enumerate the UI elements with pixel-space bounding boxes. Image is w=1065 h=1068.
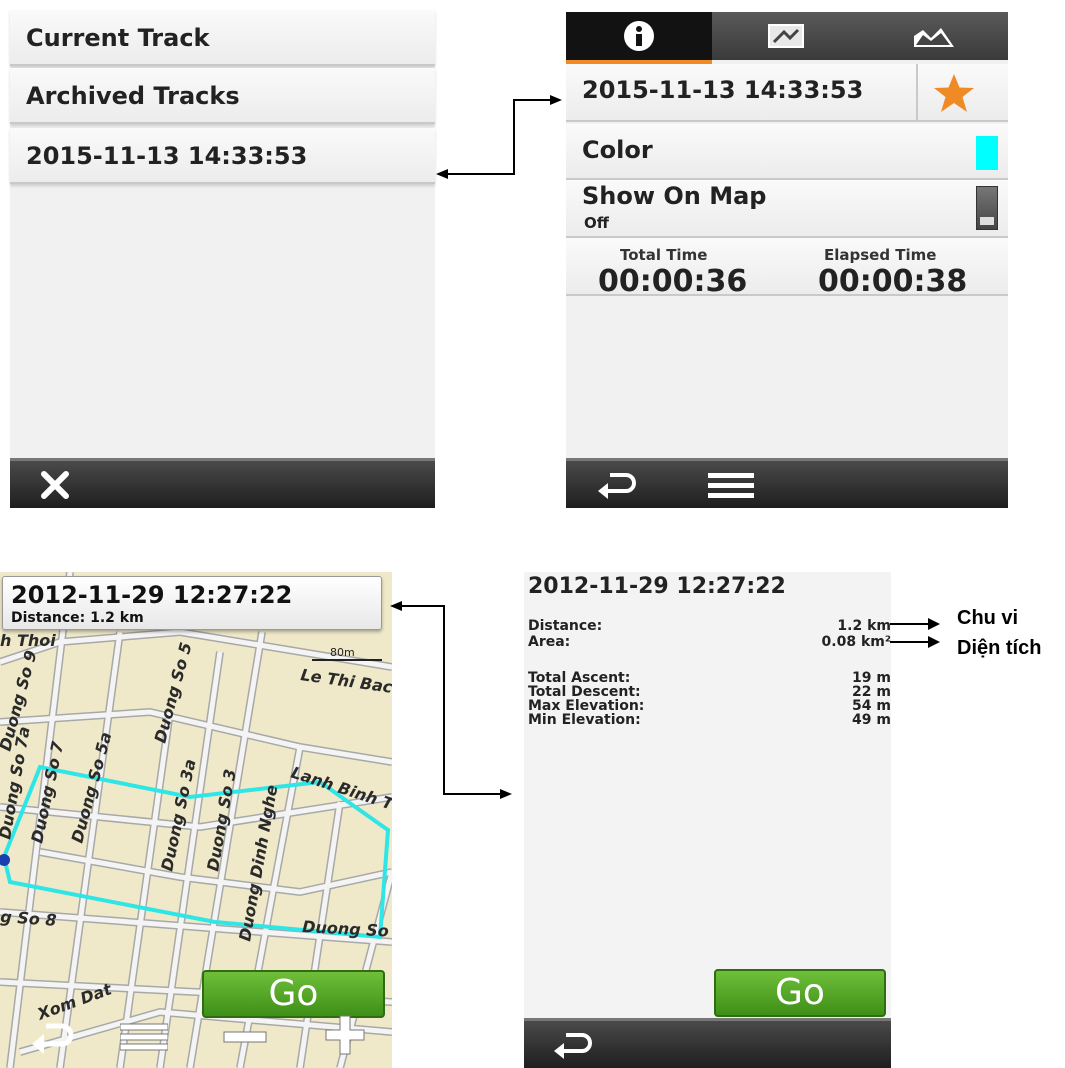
close-icon[interactable] (40, 471, 70, 499)
current-track-item[interactable]: Current Track (10, 10, 435, 66)
stats-title: 2012-11-29 12:27:22 (528, 574, 786, 599)
stat-label: Area: (528, 634, 571, 650)
stat-label: Total Ascent: (528, 670, 631, 686)
street-label: h Thoi (0, 631, 56, 650)
toggle-switch[interactable] (976, 186, 998, 230)
map-track-title: 2012-11-29 12:27:22 (11, 581, 293, 609)
archived-tracks-item[interactable]: Archived Tracks (10, 68, 435, 124)
track-stats-screen: 2012-11-29 12:27:22 Distance: 1.2 km Are… (524, 572, 891, 1068)
track-item-2015-11-13[interactable]: 2015-11-13 14:33:53 (10, 128, 435, 184)
color-swatch (976, 136, 998, 170)
stat-label: Total Descent: (528, 684, 641, 700)
stat-label: Distance: (528, 618, 603, 634)
map-distance: Distance: 1.2 km (11, 610, 144, 626)
total-time-value: 00:00:36 (598, 264, 748, 299)
annotation-arrows (890, 618, 940, 648)
show-on-map-value: Off (584, 214, 609, 232)
stat-value: 0.08 km² (821, 634, 891, 650)
stat-value: 1.2 km (837, 618, 891, 634)
stat-value: 19 m (852, 670, 891, 686)
map-screen[interactable]: h Thoi Le Thi Bac Duong So 9 Duong So 5 … (0, 572, 392, 1068)
street-label: Le Thi Bac (299, 665, 392, 697)
menu-icon[interactable] (708, 473, 754, 499)
elevation-icon (914, 28, 954, 47)
position-marker (0, 854, 10, 866)
go-button[interactable]: Go (202, 970, 385, 1018)
elapsed-time-value: 00:00:38 (818, 264, 968, 299)
area-annotation: Diện tích (957, 637, 1042, 659)
zoom-out-icon[interactable] (222, 1022, 268, 1052)
show-on-map-row[interactable]: Show On Map Off (566, 180, 1008, 238)
color-label: Color (582, 136, 653, 164)
connector-arrow (436, 95, 562, 179)
total-time-label: Total Time (620, 246, 708, 264)
zoom-in-icon[interactable] (322, 1012, 368, 1058)
time-stats-row: Total Time 00:00:36 Elapsed Time 00:00:3… (566, 238, 1008, 299)
go-button[interactable]: Go (714, 969, 886, 1017)
color-row[interactable]: Color (566, 124, 1008, 180)
track-name-row[interactable]: 2015-11-13 14:33:53 (566, 64, 1008, 122)
stat-value: 49 m (852, 712, 891, 728)
toggle-knob (980, 217, 994, 225)
connector-arrow (390, 601, 512, 799)
track-details-screen: 2015-11-13 14:33:53 Color Show On Map Of… (566, 12, 1008, 508)
stat-label: Max Elevation: (528, 698, 645, 714)
map-icon (768, 24, 804, 48)
perimeter-annotation: Chu vi (957, 607, 1019, 629)
elapsed-time-label: Elapsed Time (824, 246, 937, 264)
stat-value: 22 m (852, 684, 891, 700)
street-label: Duong So 7 (27, 739, 67, 845)
street-label: g So 8 (0, 907, 57, 930)
tab-elevation[interactable] (860, 12, 1008, 60)
menu-icon[interactable] (120, 1022, 168, 1052)
bottom-toolbar (566, 458, 1008, 508)
bottom-toolbar (10, 458, 435, 508)
track-name: 2015-11-13 14:33:53 (582, 76, 864, 104)
street-label: Duong So 5 (151, 640, 196, 745)
map-info-box[interactable]: 2012-11-29 12:27:22 Distance: 1.2 km (2, 576, 382, 630)
info-icon (624, 21, 654, 51)
tab-map[interactable] (712, 12, 860, 60)
show-on-map-label: Show On Map (582, 182, 767, 210)
divider (916, 64, 918, 120)
tab-info[interactable] (566, 12, 712, 60)
star-icon[interactable] (932, 72, 976, 114)
stat-label: Min Elevation: (528, 712, 641, 728)
back-icon[interactable] (596, 471, 636, 501)
bottom-toolbar (524, 1018, 891, 1068)
track-list-screen: Current Track Archived Tracks 2015-11-13… (10, 10, 435, 508)
back-icon[interactable] (552, 1031, 592, 1061)
stat-value: 54 m (852, 698, 891, 714)
back-icon[interactable] (30, 1018, 76, 1058)
scale-label: 80m (330, 646, 355, 659)
